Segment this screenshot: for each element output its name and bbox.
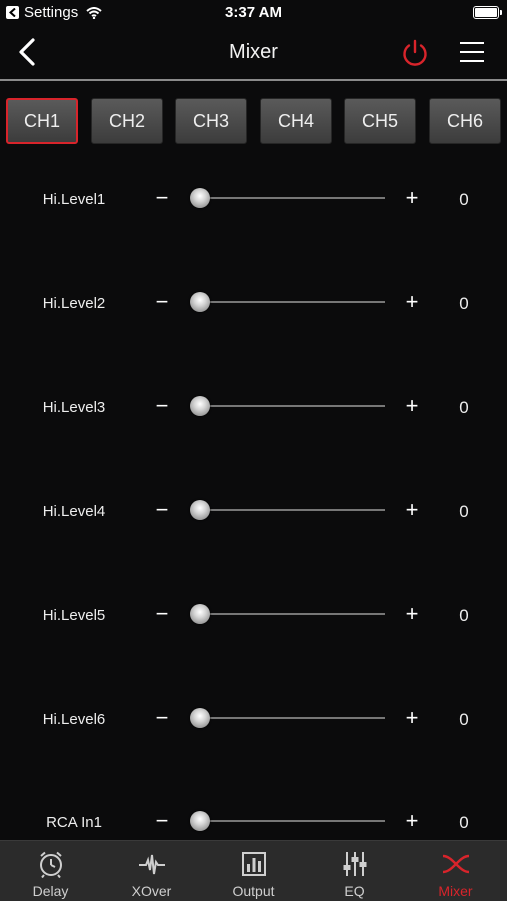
status-time: 3:37 AM	[225, 4, 282, 21]
battery-icon	[473, 6, 502, 19]
level-slider-track[interactable]	[200, 197, 385, 199]
increase-button[interactable]: +	[398, 496, 426, 524]
row-label: Hi.Level5	[42, 607, 106, 624]
bottom-tab-bar: Delay XOver Output EQ Mixer	[0, 840, 507, 901]
tab-label: XOver	[131, 883, 172, 899]
level-slider-track[interactable]	[200, 509, 385, 511]
mixer-row: Hi.Level3 − + 0	[0, 388, 507, 428]
decrease-button[interactable]: −	[148, 496, 176, 524]
level-value: 0	[459, 398, 469, 417]
row-label: RCA In1	[46, 814, 102, 831]
page-title: Mixer	[229, 41, 278, 63]
increase-button[interactable]: +	[398, 392, 426, 420]
output-bars-icon	[242, 852, 266, 876]
channel-button-ch1[interactable]: CH1	[6, 98, 78, 144]
power-icon[interactable]	[400, 38, 430, 68]
tab-label: Mixer	[438, 883, 473, 899]
row-label: Hi.Level6	[42, 711, 106, 728]
eq-sliders-icon	[343, 852, 367, 876]
increase-button[interactable]: +	[398, 704, 426, 732]
level-slider-knob[interactable]	[190, 292, 210, 312]
decrease-button[interactable]: −	[148, 184, 176, 212]
crossover-wave-icon	[139, 854, 165, 875]
tab-eq[interactable]: EQ	[304, 841, 405, 901]
channel-button-ch2[interactable]: CH2	[91, 98, 163, 144]
level-value: 0	[459, 502, 469, 521]
decrease-button[interactable]: −	[148, 704, 176, 732]
tab-xover[interactable]: XOver	[101, 841, 202, 901]
level-slider-knob[interactable]	[190, 604, 210, 624]
level-value: 0	[459, 294, 469, 313]
level-value: 0	[459, 813, 469, 832]
increase-button[interactable]: +	[398, 807, 426, 835]
menu-icon[interactable]	[458, 40, 486, 64]
increase-button[interactable]: +	[398, 288, 426, 316]
tab-label: Output	[232, 883, 275, 899]
increase-button[interactable]: +	[398, 600, 426, 628]
level-slider-track[interactable]	[200, 301, 385, 303]
tab-mixer[interactable]: Mixer	[405, 841, 506, 901]
level-slider-knob[interactable]	[190, 396, 210, 416]
channel-button-ch5[interactable]: CH5	[344, 98, 416, 144]
decrease-button[interactable]: −	[148, 600, 176, 628]
mixer-row: Hi.Level5 − + 0	[0, 596, 507, 636]
mixer-row: RCA In1 − + 0	[0, 803, 507, 843]
channel-button-ch3[interactable]: CH3	[175, 98, 247, 144]
mixer-row: Hi.Level6 − + 0	[0, 700, 507, 740]
decrease-button[interactable]: −	[148, 807, 176, 835]
level-slider-track[interactable]	[200, 820, 385, 822]
status-bar: Settings 3:37 AM	[0, 0, 507, 26]
mixer-row: Hi.Level1 − + 0	[0, 180, 507, 220]
tab-label: Delay	[32, 883, 69, 899]
level-value: 0	[459, 606, 469, 625]
level-slider-track[interactable]	[200, 717, 385, 719]
tab-label: EQ	[344, 883, 365, 899]
row-label: Hi.Level2	[42, 295, 106, 312]
row-label: Hi.Level4	[42, 503, 106, 520]
tab-output[interactable]: Output	[203, 841, 304, 901]
level-slider-knob[interactable]	[190, 811, 210, 831]
channel-button-ch4[interactable]: CH4	[260, 98, 332, 144]
level-slider-knob[interactable]	[190, 500, 210, 520]
tab-delay[interactable]: Delay	[0, 841, 101, 901]
row-label: Hi.Level3	[42, 399, 106, 416]
mixer-row: Hi.Level4 − + 0	[0, 492, 507, 532]
increase-button[interactable]: +	[398, 184, 426, 212]
row-label: Hi.Level1	[42, 191, 106, 208]
level-slider-track[interactable]	[200, 613, 385, 615]
level-slider-knob[interactable]	[190, 708, 210, 728]
level-value: 0	[459, 710, 469, 729]
clock-icon	[40, 851, 62, 878]
nav-bar: Mixer	[0, 26, 507, 81]
level-slider-knob[interactable]	[190, 188, 210, 208]
level-slider-track[interactable]	[200, 405, 385, 407]
mixer-row: Hi.Level2 − + 0	[0, 284, 507, 324]
level-value: 0	[459, 190, 469, 209]
mixer-cross-icon	[442, 854, 470, 874]
decrease-button[interactable]: −	[148, 392, 176, 420]
channel-button-ch6[interactable]: CH6	[429, 98, 501, 144]
decrease-button[interactable]: −	[148, 288, 176, 316]
